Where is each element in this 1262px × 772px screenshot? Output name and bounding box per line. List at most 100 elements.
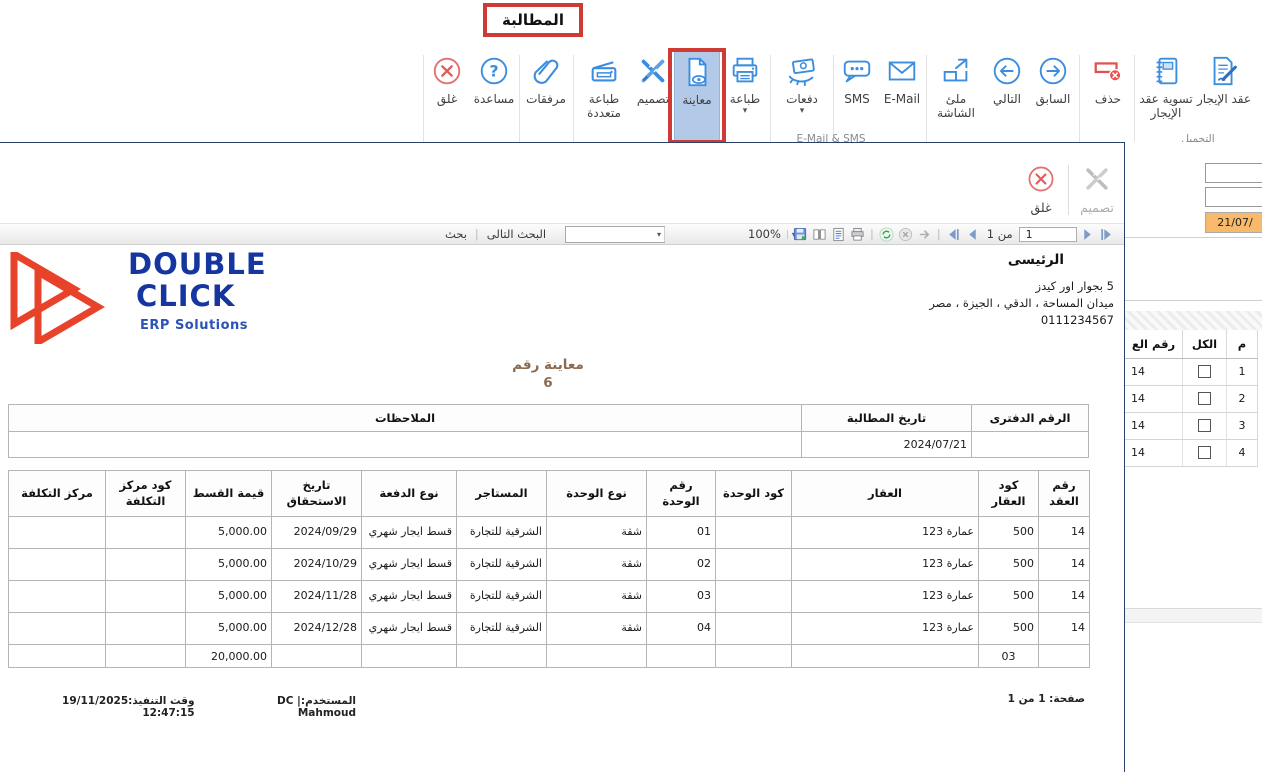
separator: | [868,227,876,241]
next-button[interactable]: التالي [984,50,1030,142]
zoom-value: 100% [748,227,781,241]
button-label: غلق [437,92,457,106]
info-table-value-row: 2024/07/21 [9,432,1089,458]
chevron-down-icon[interactable]: ▾ [654,227,665,242]
last-page-icon[interactable] [1098,226,1115,243]
date-field[interactable]: 21/07/ [1205,212,1262,233]
first-page-icon[interactable] [945,226,962,243]
help-icon: ? [476,53,512,89]
find-next-link[interactable]: البحث التالى [487,227,546,241]
current-page-input[interactable]: 1 [1019,227,1077,242]
table-cell: الشرقية للتجارة [457,549,547,581]
ribbon-separator [1134,55,1135,143]
attachment-icon [528,53,564,89]
table-cell [716,517,792,549]
grid-header: م [1227,330,1258,358]
page-layout-icon[interactable] [811,226,828,243]
separator: | [935,227,943,241]
table-cell: شقة [547,581,647,613]
refresh-icon[interactable] [878,226,895,243]
button-label: تصميم [637,92,669,106]
stop-icon[interactable] [897,226,914,243]
select-checkbox[interactable] [1198,365,1211,378]
design-button[interactable]: تصميم [632,50,674,142]
table-cell: عمارة 123 [792,581,979,613]
search-input[interactable]: ▾ [565,226,665,243]
table-cell [9,581,106,613]
form-input[interactable] [1205,187,1262,207]
payments-button[interactable]: دفعات ▾ [775,50,829,142]
page-setup-icon[interactable] [830,226,847,243]
button-label: تسوية عقد الإيجار [1137,92,1195,121]
table-cell: 14 [1039,549,1090,581]
ribbon-separator [1079,55,1080,143]
export-save-icon[interactable] [792,226,809,243]
search-controls: بحث | البحث التالى [445,224,546,244]
dropdown-caret-icon[interactable]: ▾ [743,107,748,116]
totals-cell [9,645,106,668]
page-title: المطالبة [483,3,583,37]
ribbon-separator [770,55,771,143]
preview-button[interactable]: معاينة [674,50,720,142]
previous-page-icon[interactable] [964,226,981,243]
table-cell: 04 [647,613,716,645]
totals-cell [106,645,186,668]
button-label: معاينة [682,93,711,107]
table-cell: 5,000.00 [186,613,272,645]
table-cell [106,581,186,613]
email-button[interactable]: E-Mail [878,50,926,142]
row-number-cell: 3 [1227,412,1258,439]
company-header: الرئيسى 5 بجوار اور كيدز ميدان المساحة ،… [820,252,1120,329]
table-cell: شقة [547,613,647,645]
dropdown-caret-icon[interactable]: ▾ [800,107,805,116]
lease-contract-button[interactable]: عقد الإيجار [1196,50,1252,142]
select-checkbox[interactable] [1198,392,1211,405]
viewer-icon-bar: | | من 1 1 [792,224,1115,244]
table-cell: 2024/09/29 [272,517,362,549]
table-cell: 14 [1039,517,1090,549]
preview-close-button[interactable]: غلق [1018,161,1064,215]
totals-cell [272,645,362,668]
main-table-header: قيمة القسط [186,471,272,517]
forward-icon[interactable] [916,226,933,243]
grid-header: الكل [1183,330,1227,358]
table-cell [106,613,186,645]
info-table-cell [972,432,1089,458]
logo-text-click: CLICK [136,282,235,311]
sms-icon [839,53,875,89]
sms-button[interactable]: SMS [836,50,878,142]
info-table-header-row: الرقم الدفترىتاريخ المطالبةالملاحظات [9,405,1089,432]
print-button[interactable]: طباعة ▾ [722,50,768,142]
form-input[interactable] [1205,163,1262,183]
table-row: 14500عمارة 12304شقةالشرقية للتجارةقسط اي… [9,613,1090,645]
multi-print-button[interactable]: طباعة متعددة [576,50,632,142]
search-link[interactable]: بحث [445,227,467,241]
main-table-header: العقار [792,471,979,517]
info-table-header: الملاحظات [9,405,802,432]
ribbon-separator [926,55,927,143]
close-button[interactable]: غلق [424,50,470,142]
select-checkbox[interactable] [1198,419,1211,432]
zoom-control[interactable]: 100% ▾ [748,224,796,244]
grid-footer-band [1125,608,1262,623]
help-button[interactable]: ? مساعدة [470,50,518,142]
select-checkbox[interactable] [1198,446,1211,459]
close-icon [1023,161,1059,197]
info-table-cell [9,432,802,458]
preview-design-button[interactable]: تصميم [1074,161,1120,215]
print-icon[interactable] [849,226,866,243]
button-label: دفعات [786,92,818,106]
totals-cell: 20,000.00 [186,645,272,668]
delete-button[interactable]: حذف [1084,50,1132,142]
info-table-cell: 2024/07/21 [802,432,972,458]
ribbon-separator [519,55,520,143]
row-number-cell: 4 [1227,439,1258,466]
table-row: 14500عمارة 12303شقةالشرقية للتجارةقسط اي… [9,581,1090,613]
previous-button[interactable]: السابق [1030,50,1076,142]
lease-settlement-button[interactable]: تسوية عقد الإيجار [1137,50,1195,142]
attachments-button[interactable]: مرفقات [521,50,571,142]
print-icon [727,53,763,89]
next-page-icon[interactable] [1079,226,1096,243]
button-label: ملئ الشاشة [930,92,982,121]
fullscreen-button[interactable]: ملئ الشاشة [930,50,982,142]
